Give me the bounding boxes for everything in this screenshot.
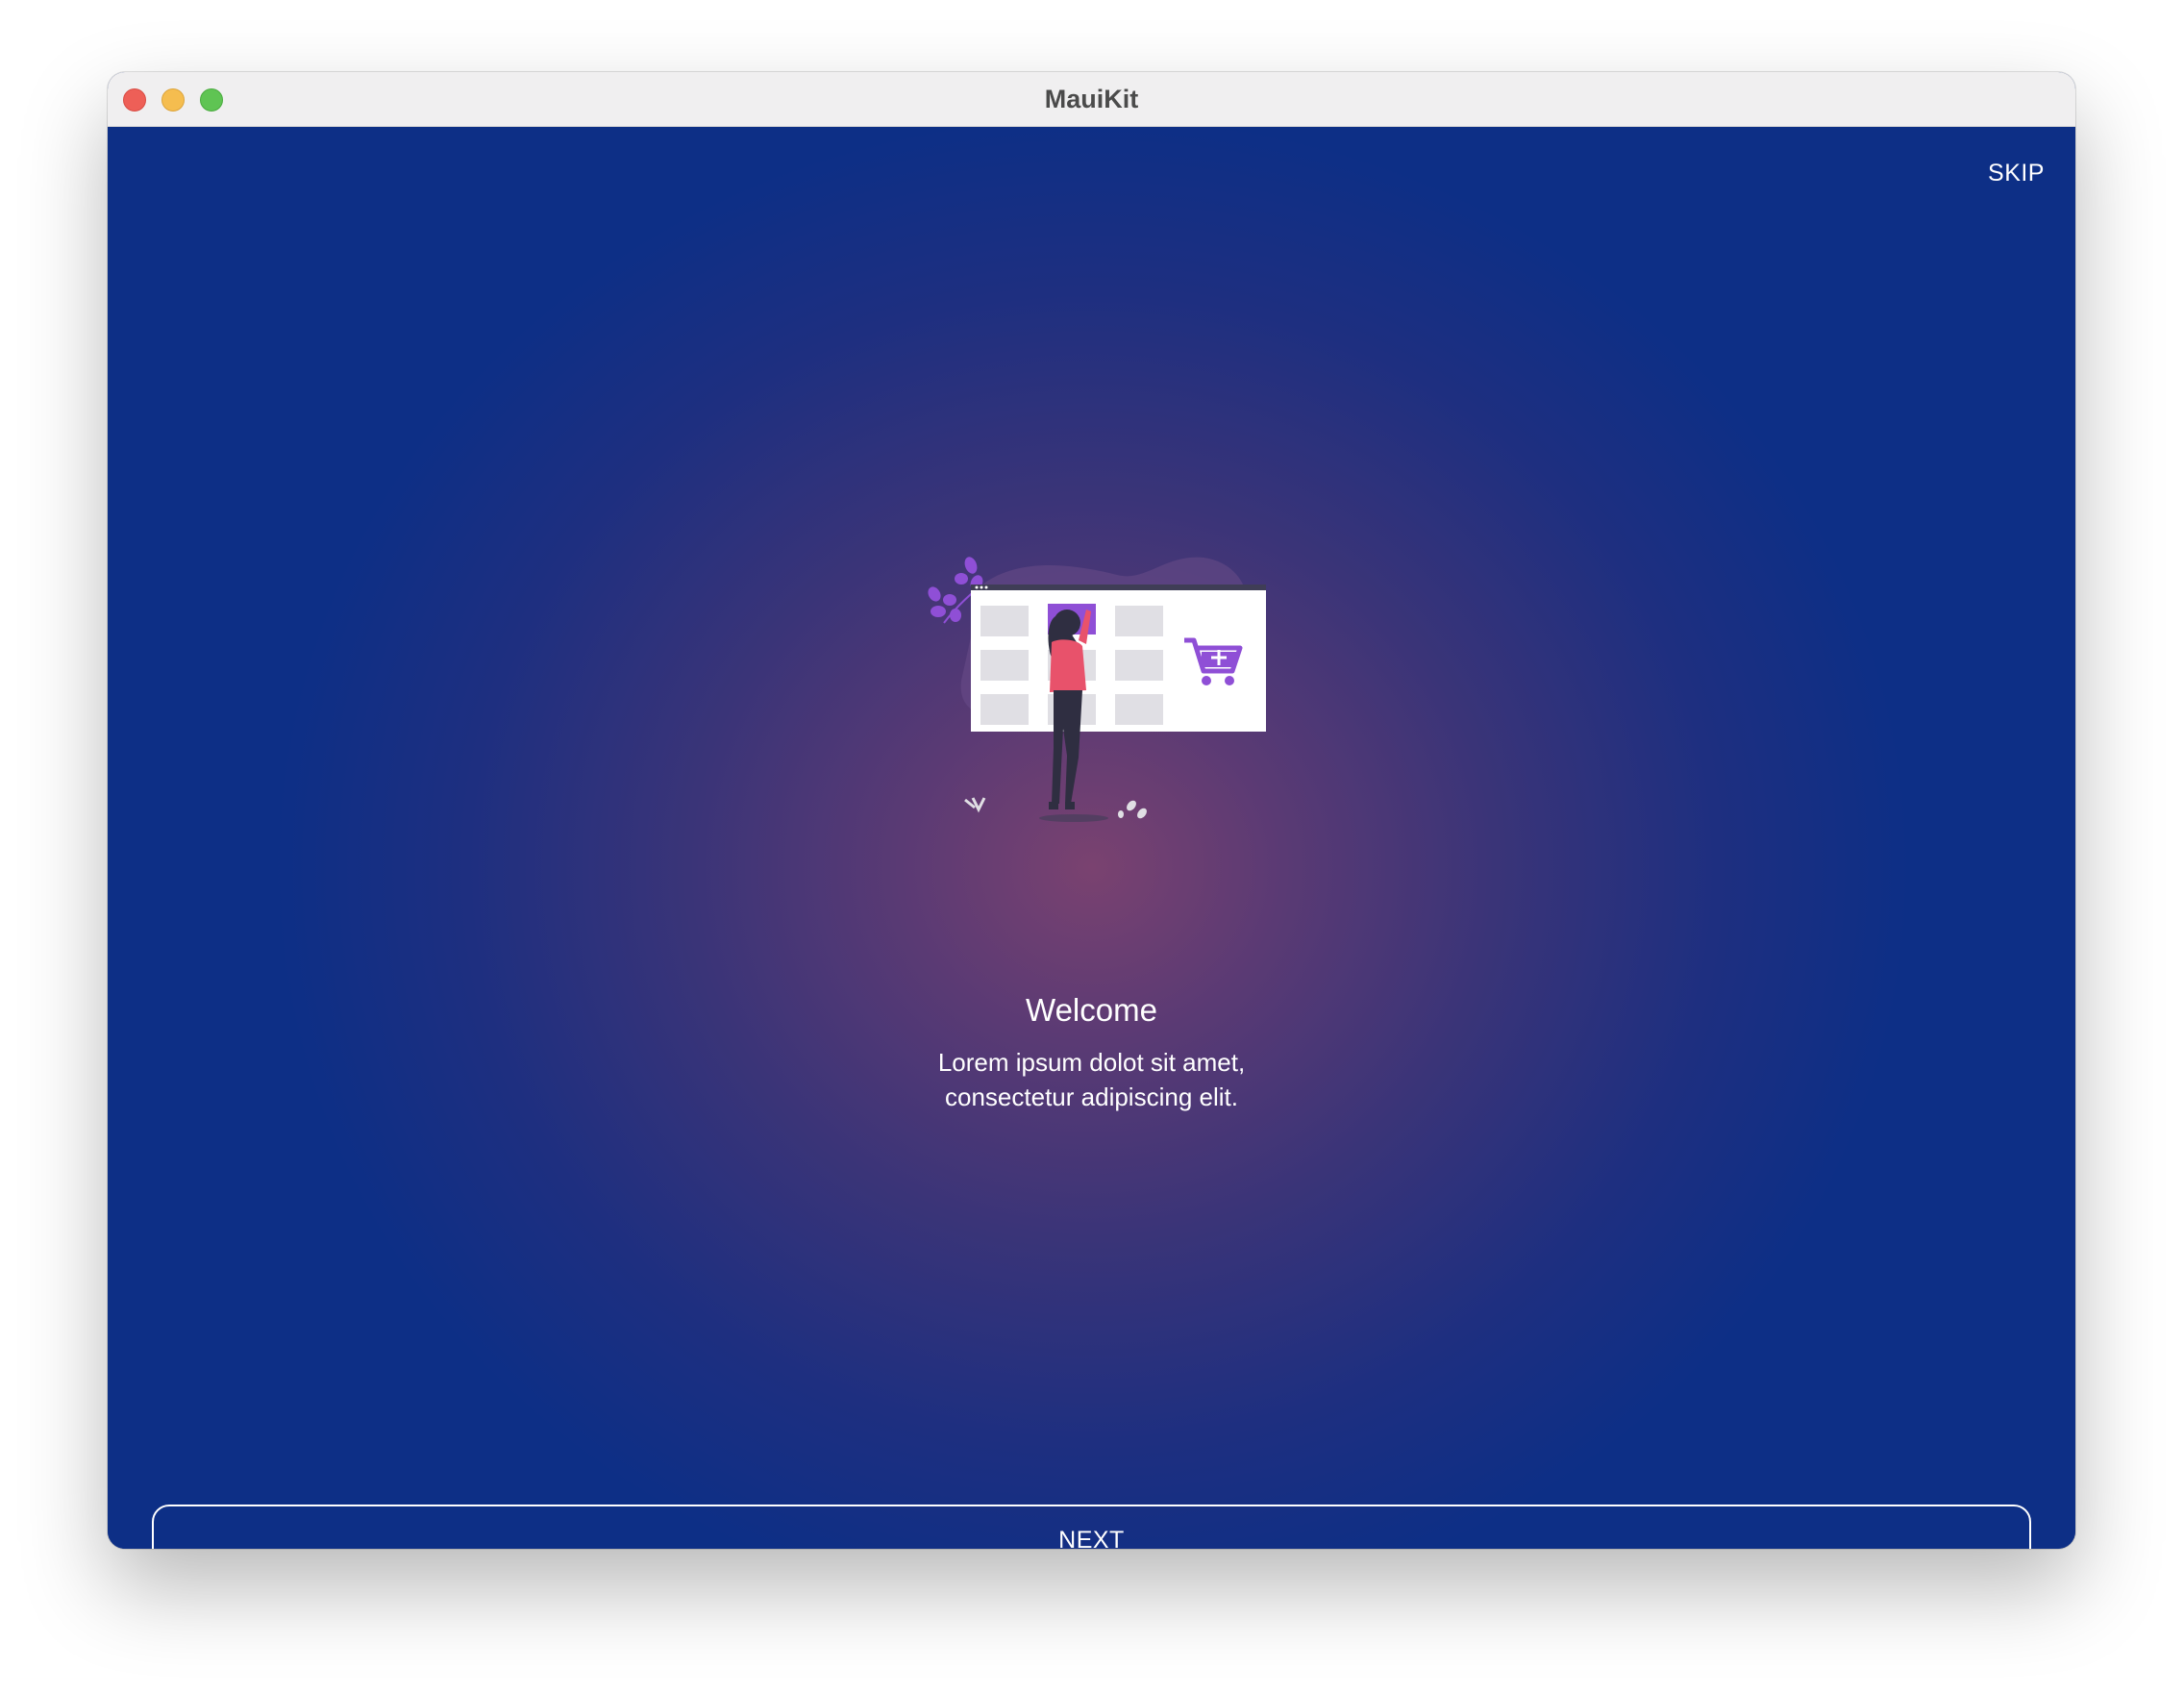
skip-button[interactable]: SKIP xyxy=(1988,152,2045,195)
welcome-description: Lorem ipsum dolot sit amet, consectetur … xyxy=(108,1045,2075,1114)
app-window: MauiKit SKIP Welcome Lorem ipsum dolot s… xyxy=(108,72,2075,1549)
window-title: MauiKit xyxy=(1044,85,1139,113)
welcome-description-line-1: Lorem ipsum dolot sit amet, xyxy=(937,1048,1246,1077)
title-bar: MauiKit xyxy=(108,72,2075,127)
welcome-title: Welcome xyxy=(1026,992,1157,1028)
welcome-description-line-2: consectetur adipiscing elit. xyxy=(945,1082,1238,1111)
next-button[interactable]: NEXT xyxy=(152,1505,2031,1549)
onboarding-screen: SKIP Welcome Lorem ipsum dolot sit amet,… xyxy=(108,127,2075,1549)
shopping-illustration xyxy=(928,557,1266,822)
